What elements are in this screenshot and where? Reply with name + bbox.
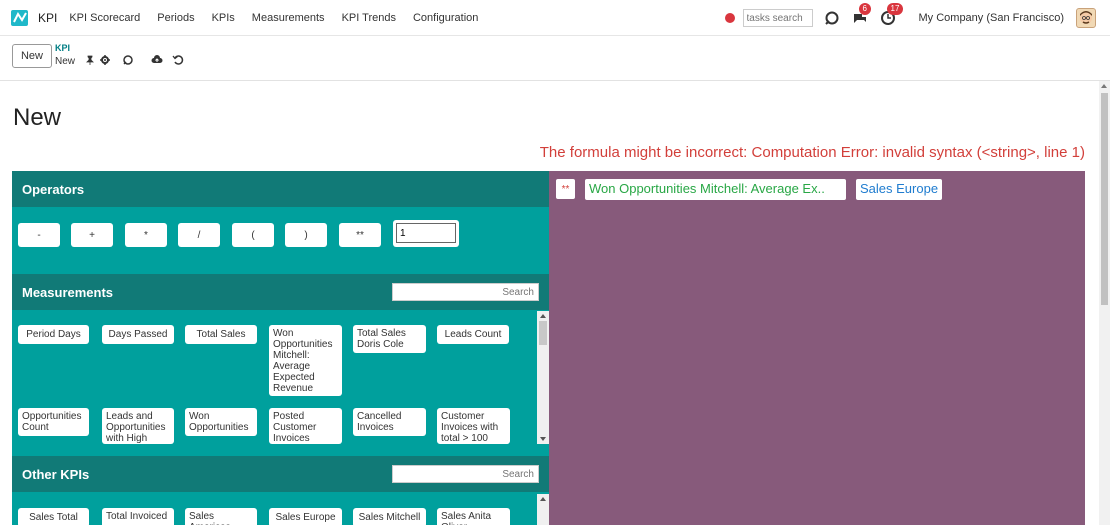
- kpi-item[interactable]: Total Invoiced: [102, 508, 174, 525]
- operator-multiply-button[interactable]: *: [125, 223, 167, 247]
- activities-clock-icon[interactable]: 17: [879, 3, 904, 27]
- menu-measurements[interactable]: Measurements: [252, 12, 325, 24]
- formula-error-message: The formula might be incorrect: Computat…: [539, 144, 1085, 161]
- other-kpis-search-input[interactable]: [392, 465, 539, 483]
- menu-kpi-scorecard[interactable]: KPI Scorecard: [69, 12, 140, 24]
- refresh-icon[interactable]: [823, 9, 841, 27]
- new-button[interactable]: New: [12, 44, 52, 68]
- scroll-up-arrow-icon[interactable]: [1101, 84, 1107, 88]
- formula-kpi-token[interactable]: Sales Europe: [856, 179, 942, 200]
- other-kpis-list: Sales Total Total Invoiced Sales America…: [12, 494, 549, 525]
- tasks-search-input[interactable]: [742, 9, 813, 27]
- menu-periods[interactable]: Periods: [157, 12, 194, 24]
- main-menu: KPI Scorecard Periods KPIs Measurements …: [69, 12, 495, 24]
- menu-configuration[interactable]: Configuration: [413, 12, 478, 24]
- gear-icon[interactable]: [99, 54, 111, 66]
- scroll-up-arrow-icon[interactable]: [540, 497, 546, 501]
- operator-close-paren-button[interactable]: ): [285, 223, 327, 247]
- measurement-item[interactable]: Won Opportunities: [185, 408, 257, 436]
- company-switcher[interactable]: My Company (San Francisco): [919, 12, 1065, 24]
- operator-number-wrapper: [393, 220, 459, 247]
- measurements-scrollbar-thumb[interactable]: [539, 321, 547, 345]
- operator-power-button[interactable]: **: [339, 223, 381, 247]
- status-dot-icon: [724, 13, 735, 23]
- measurement-item[interactable]: Cancelled Invoices: [353, 408, 426, 436]
- kpi-item[interactable]: Sales Anita Oliver: [437, 508, 510, 525]
- formula-panel: ** Won Opportunities Mitchell: Average E…: [549, 171, 1085, 525]
- measurement-item[interactable]: Posted Customer Invoices: [269, 408, 342, 444]
- cloud-save-icon[interactable]: [151, 54, 163, 66]
- other-kpis-title: Other KPIs: [22, 466, 90, 482]
- operators-title: Operators: [22, 181, 85, 197]
- operator-divide-button[interactable]: /: [178, 223, 220, 247]
- messages-count-badge: 6: [858, 3, 871, 15]
- operators-header: Operators: [12, 171, 549, 207]
- menu-kpis[interactable]: KPIs: [212, 12, 235, 24]
- measurements-title: Measurements: [22, 284, 114, 300]
- kpi-item[interactable]: Sales Mitchell: [353, 508, 426, 525]
- other-kpis-header: Other KPIs: [12, 456, 549, 492]
- control-panel: New KPI New: [0, 36, 1110, 81]
- page-scrollbar-thumb[interactable]: [1101, 93, 1108, 305]
- top-navbar: KPI KPI Scorecard Periods KPIs Measureme…: [0, 0, 1110, 36]
- discard-undo-icon[interactable]: [172, 54, 184, 66]
- formula-operator-token[interactable]: **: [556, 179, 575, 199]
- measurement-item[interactable]: Leads and Opportunities with High Priori…: [102, 408, 174, 444]
- scroll-up-arrow-icon[interactable]: [540, 314, 546, 318]
- measurement-item[interactable]: Total Sales Doris Cole: [353, 325, 426, 353]
- kpi-item[interactable]: Sales Total: [18, 508, 89, 525]
- measurements-header: Measurements: [12, 274, 549, 310]
- record-title: New: [13, 104, 62, 131]
- operator-number-input[interactable]: [396, 223, 456, 243]
- measurement-item[interactable]: Opportunities Count: [18, 408, 89, 436]
- search-icon[interactable]: [122, 54, 134, 66]
- measurement-item[interactable]: Won Opportunities Mitchell: Average Expe…: [269, 325, 342, 396]
- record-actions: [84, 54, 187, 66]
- operator-minus-button[interactable]: -: [18, 223, 60, 247]
- formula-measurement-token[interactable]: Won Opportunities Mitchell: Average Ex..: [585, 179, 846, 200]
- kpi-item[interactable]: Sales Europe: [269, 508, 342, 525]
- pin-icon[interactable]: [84, 54, 96, 66]
- navbar-right: 6 17 My Company (San Francisco): [724, 0, 1110, 36]
- formula-builder-panel: Operators - + * / ( ) ** Measurements Pe…: [12, 171, 549, 525]
- page-scrollbar[interactable]: [1099, 81, 1110, 525]
- other-kpis-scrollbar[interactable]: [537, 494, 549, 525]
- measurements-search-input[interactable]: [392, 283, 539, 301]
- measurements-scrollbar[interactable]: [537, 311, 549, 444]
- measurement-item[interactable]: Customer Invoices with total > 100: [437, 408, 510, 444]
- operator-open-paren-button[interactable]: (: [232, 223, 274, 247]
- measurement-item[interactable]: Period Days: [18, 325, 89, 344]
- kpi-item[interactable]: Sales Americas: [185, 508, 257, 525]
- measurement-item[interactable]: Leads Count: [437, 325, 509, 344]
- kpi-app-icon[interactable]: [10, 8, 30, 28]
- app-name[interactable]: KPI: [38, 11, 57, 25]
- breadcrumb-parent[interactable]: KPI: [55, 43, 70, 53]
- measurement-item[interactable]: Total Sales: [185, 325, 257, 344]
- scroll-down-arrow-icon[interactable]: [540, 437, 546, 441]
- measurements-list: Period Days Days Passed Total Sales Won …: [12, 311, 549, 444]
- menu-kpi-trends[interactable]: KPI Trends: [342, 12, 396, 24]
- operator-plus-button[interactable]: +: [71, 223, 113, 247]
- measurement-item[interactable]: Days Passed: [102, 325, 174, 344]
- user-avatar[interactable]: [1076, 8, 1096, 28]
- messages-icon[interactable]: 6: [851, 3, 871, 27]
- activities-count-badge: 17: [886, 3, 904, 15]
- breadcrumb-current: New: [55, 56, 76, 67]
